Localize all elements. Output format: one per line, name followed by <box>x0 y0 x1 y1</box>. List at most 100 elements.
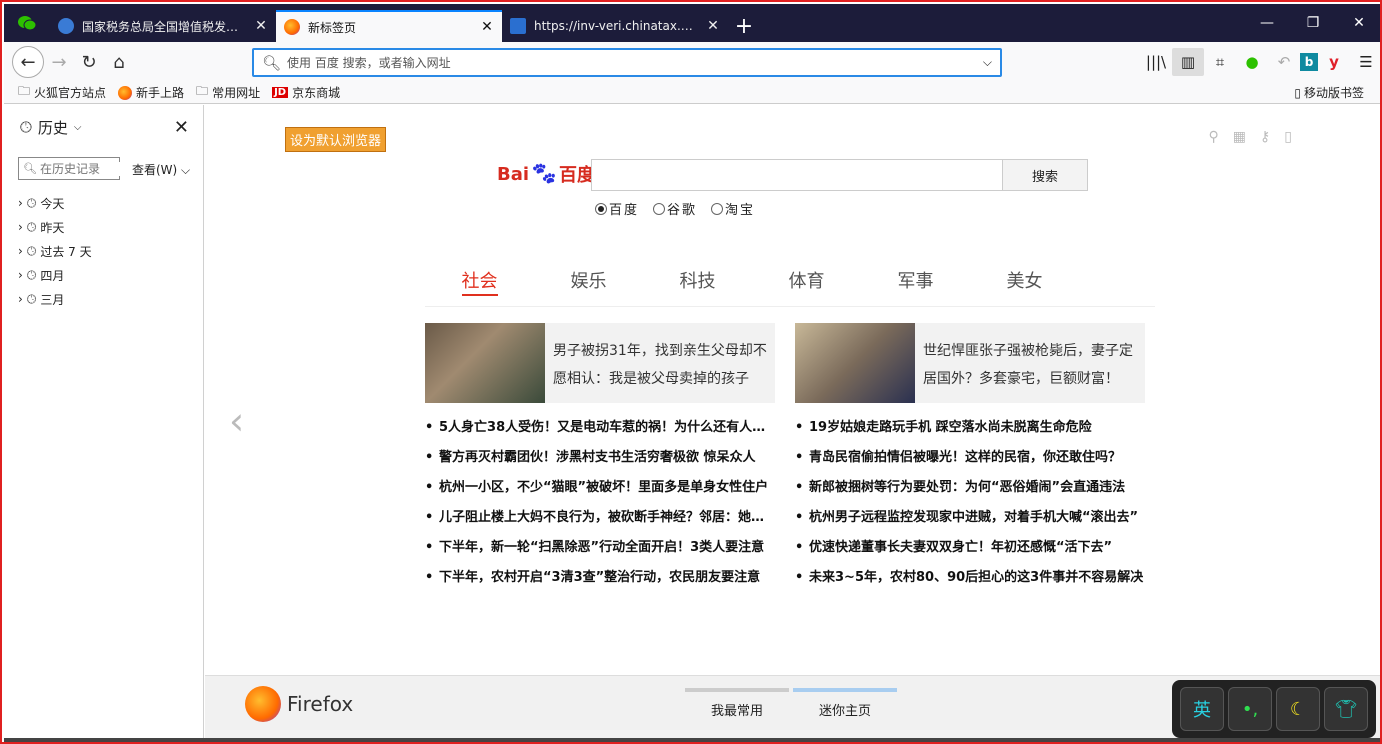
bookmark-item[interactable]: 🗀 火狐官方站点 <box>18 82 106 103</box>
grid-icon[interactable]: ▦ <box>1233 129 1246 145</box>
menu-icon[interactable]: ☰ <box>1350 48 1380 76</box>
mobile-bookmarks[interactable]: ▯ 移动版书签 <box>1294 84 1364 101</box>
baidu-logo: Bai 🐾︎ 百度 <box>497 161 595 187</box>
home-button[interactable]: ⌂ <box>104 47 134 77</box>
bookmark-item[interactable]: 🗀 常用网址 <box>196 82 260 103</box>
jd-icon: JD <box>272 87 289 98</box>
shirt-icon[interactable]: 👕︎ <box>1324 687 1368 731</box>
news-item[interactable]: 新郎被捆树等行为要处罚：为何“恶俗婚闹”会直通违法 <box>795 473 1145 503</box>
history-search[interactable]: 🔍︎ <box>18 157 120 180</box>
bing-icon[interactable]: b <box>1300 53 1318 71</box>
history-item[interactable]: › 🕓︎ 今天 <box>18 191 92 215</box>
prev-arrow-icon[interactable]: ‹ <box>229 399 244 443</box>
history-item[interactable]: › 🕓︎ 四月 <box>18 263 92 287</box>
crop-icon[interactable]: ⌗ <box>1204 48 1236 76</box>
ime-mode-button[interactable]: 英 <box>1180 687 1224 731</box>
featured-story[interactable]: 世纪悍匪张子强被枪毙后，妻子定居国外？多套豪宅，巨额财富！ <box>795 323 1145 403</box>
y-icon[interactable]: y <box>1318 48 1350 76</box>
wechat-share-icon[interactable]: ● <box>1236 48 1268 76</box>
tab-title: 国家税务总局全国增值税发票查 <box>82 19 246 34</box>
bookmark-item[interactable]: JD 京东商城 <box>272 84 340 101</box>
phone-icon: ▯ <box>1294 85 1301 100</box>
wechat-icon[interactable] <box>4 4 50 42</box>
featured-story[interactable]: 男子被拐31年，找到亲生父母却不愿相认：我是被父母卖掉的孩子 <box>425 323 775 403</box>
bookmark-label: 新手上路 <box>136 86 185 100</box>
clock-icon: 🕓︎ <box>26 195 37 210</box>
news-item[interactable]: 下半年，农村开启“3清3查”整治行动，农民朋友要注意 <box>425 563 775 593</box>
site-icon <box>510 18 526 34</box>
history-item[interactable]: › 🕓︎ 昨天 <box>18 215 92 239</box>
news-item[interactable]: 未来3~5年，农村80、90后担心的这3件事并不容易解决 <box>795 563 1145 593</box>
engine-taobao[interactable]: 淘宝 <box>711 199 755 218</box>
moon-icon[interactable]: ☾ <box>1276 687 1320 731</box>
news-item[interactable]: 下半年，新一轮“扫黑除恶”行动全面开启！3类人要注意 <box>425 533 775 563</box>
key-icon[interactable]: ⚷ <box>1260 129 1270 145</box>
tab-tax[interactable]: 国家税务总局全国增值税发票查 ✕ <box>50 10 276 42</box>
close-icon[interactable]: ✕ <box>254 18 268 34</box>
story-title: 男子被拐31年，找到亲生父母却不愿相认：我是被父母卖掉的孩子 <box>553 343 767 387</box>
history-search-input[interactable] <box>39 161 120 176</box>
news-item[interactable]: 杭州男子远程监控发现家中进贼，对着手机大喊“滚出去” <box>795 503 1145 533</box>
category-tab[interactable]: 娱乐 <box>534 265 643 306</box>
tab-inv-veri[interactable]: https://inv-veri.chinatax.gov ✕ <box>502 10 728 42</box>
engine-google[interactable]: 谷歌 <box>653 199 697 218</box>
bookmark-item[interactable]: 新手上路 <box>118 84 184 101</box>
ime-punct-button[interactable]: •, <box>1228 687 1272 731</box>
url-bar[interactable]: 🔍︎ ⌵ <box>252 48 1002 77</box>
news-item[interactable]: 5人身亡38人受伤！又是电动车惹的祸！为什么还有人不以为意？ <box>425 413 775 443</box>
category-tab[interactable]: 科技 <box>643 265 752 306</box>
taskbar <box>4 738 1380 742</box>
news-item[interactable]: 警方再灭村霸团伙！涉黑村支书生活穷奢极欲 惊呆众人 <box>425 443 775 473</box>
history-item[interactable]: › 🕓︎ 过去 7 天 <box>18 239 92 263</box>
clock-icon: 🕓︎ <box>26 291 37 306</box>
chevron-down-icon[interactable]: ⌵ <box>983 55 992 70</box>
category-tab[interactable]: 美女 <box>970 265 1079 306</box>
news-item[interactable]: 青岛民宿偷拍情侣被曝光！这样的民宿，你还敢住吗？ <box>795 443 1145 473</box>
close-icon[interactable]: ✕ <box>480 19 494 35</box>
search-input[interactable] <box>592 160 1002 190</box>
set-default-button[interactable]: 设为默认浏览器 <box>285 127 387 152</box>
news-item[interactable]: 19岁姑娘走路玩手机 踩空落水尚未脱离生命危险 <box>795 413 1145 443</box>
close-window-button[interactable]: ✕ <box>1336 4 1380 42</box>
news-item[interactable]: 儿子阻止楼上大妈不良行为，被砍断手神经？邻居：她有病 <box>425 503 775 533</box>
news-categories: 社会 娱乐 科技 体育 军事 美女 <box>425 265 1155 307</box>
news-item[interactable]: 杭州一小区，不少“猫眼”被破坏！里面多是单身女性住户 <box>425 473 775 503</box>
chevron-right-icon: › <box>18 220 23 234</box>
sitemap-icon[interactable]: ⚲ <box>1209 129 1219 145</box>
page-icon[interactable]: ▯ <box>1284 129 1292 145</box>
new-tab-button[interactable]: + <box>728 10 760 42</box>
url-input[interactable] <box>287 55 977 70</box>
search-button[interactable]: 搜索 <box>1002 159 1088 191</box>
close-icon[interactable]: ✕ <box>174 117 189 138</box>
category-tab[interactable]: 军事 <box>861 265 970 306</box>
tab-mini-home[interactable]: 迷你主页 <box>793 688 897 719</box>
sidebar-toggle-icon[interactable]: ▥ <box>1172 48 1204 76</box>
minimize-button[interactable]: — <box>1244 4 1290 42</box>
folder-icon: 🗀 <box>18 84 31 98</box>
engine-baidu[interactable]: 百度 <box>595 199 639 218</box>
radio-icon <box>711 202 724 215</box>
category-tab[interactable]: 社会 <box>425 265 534 306</box>
library-icon[interactable]: |||\ <box>1140 48 1172 76</box>
search-box[interactable] <box>591 159 1003 191</box>
view-menu[interactable]: 查看(W) ⌵ <box>132 161 190 178</box>
news-item[interactable]: 优速快递董事长夫妻双双身亡！年初还感慨“活下去” <box>795 533 1145 563</box>
category-tab[interactable]: 体育 <box>752 265 861 306</box>
tab-most-used[interactable]: 我最常用 <box>685 688 789 719</box>
reload-button[interactable]: ↻ <box>74 47 104 77</box>
back-button[interactable]: ← <box>12 46 44 78</box>
firefox-icon <box>118 85 133 100</box>
footer-tabs: 我最常用 迷你主页 <box>685 688 897 719</box>
forward-button[interactable]: → <box>44 47 74 77</box>
history-item-label: 昨天 <box>40 220 65 235</box>
undo-icon[interactable]: ↶ <box>1268 48 1300 76</box>
firefox-logo: Firefox <box>245 686 353 722</box>
tab-newtab[interactable]: 新标签页 ✕ <box>276 10 502 42</box>
engine-label: 谷歌 <box>667 203 698 218</box>
close-icon[interactable]: ✕ <box>706 18 720 34</box>
engine-label: 淘宝 <box>725 203 756 218</box>
history-item[interactable]: › 🕓︎ 三月 <box>18 287 92 311</box>
radio-icon <box>595 202 607 215</box>
bookmarks-bar: 🗀 火狐官方站点 新手上路 🗀 常用网址 JD 京东商城 ▯ 移动版书签 <box>4 82 1380 104</box>
maximize-button[interactable]: ❐ <box>1290 4 1336 42</box>
